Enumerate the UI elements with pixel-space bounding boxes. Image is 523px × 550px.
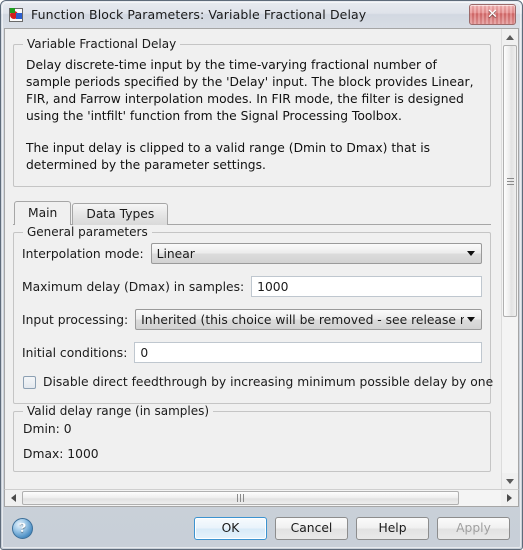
grip-icon bbox=[506, 177, 514, 185]
scroll-up-button[interactable] bbox=[502, 29, 518, 45]
simulink-block-icon bbox=[8, 7, 24, 23]
scroll-right-button[interactable] bbox=[501, 490, 518, 506]
apply-button: Apply bbox=[437, 516, 510, 540]
vertical-scroll-thumb[interactable] bbox=[503, 45, 517, 317]
interpolation-mode-row: Interpolation mode: Linear bbox=[22, 243, 482, 264]
disable-feedthrough-checkbox[interactable] bbox=[23, 375, 36, 389]
maximum-delay-row: Maximum delay (Dmax) in samples: 1000 bbox=[22, 276, 482, 297]
chevron-left-icon bbox=[11, 494, 16, 502]
disable-feedthrough-label: Disable direct feedthrough by increasing… bbox=[43, 375, 494, 389]
chevron-down-icon bbox=[464, 317, 477, 322]
content-padding: Variable Fractional Delay Delay discrete… bbox=[5, 29, 499, 476]
maximum-delay-input[interactable]: 1000 bbox=[251, 276, 482, 297]
title-bar[interactable]: Function Block Parameters: Variable Frac… bbox=[1, 1, 522, 28]
ok-button-label: OK bbox=[221, 521, 240, 535]
close-button[interactable]: ✕ bbox=[469, 4, 516, 25]
dialog-button-bar: ? OK Cancel Help Apply bbox=[1, 507, 522, 549]
vertical-scrollbar[interactable] bbox=[501, 29, 518, 489]
vertical-scroll-track[interactable] bbox=[502, 45, 518, 473]
content-column: Variable Fractional Delay Delay discrete… bbox=[5, 29, 501, 489]
chevron-right-icon bbox=[507, 494, 512, 502]
initial-conditions-label: Initial conditions: bbox=[22, 345, 128, 360]
close-icon: ✕ bbox=[487, 7, 498, 22]
initial-conditions-input[interactable]: 0 bbox=[134, 342, 482, 363]
ok-button[interactable]: OK bbox=[194, 516, 267, 540]
valid-delay-range-title: Valid delay range (in samples) bbox=[23, 404, 214, 418]
scroll-down-button[interactable] bbox=[502, 473, 518, 489]
chevron-down-icon bbox=[506, 478, 514, 484]
apply-button-label: Apply bbox=[456, 521, 491, 535]
maximum-delay-label: Maximum delay (Dmax) in samples: bbox=[22, 279, 245, 294]
help-icon[interactable]: ? bbox=[12, 517, 33, 539]
input-processing-dropdown[interactable]: Inherited (this choice will be removed -… bbox=[135, 309, 482, 330]
horizontal-scrollbar[interactable] bbox=[4, 489, 519, 507]
disable-feedthrough-row[interactable]: Disable direct feedthrough by increasing… bbox=[23, 375, 493, 389]
general-parameters-group: General parameters Interpolation mode: L… bbox=[13, 225, 493, 404]
tab-panel-main: General parameters Interpolation mode: L… bbox=[13, 224, 493, 476]
general-parameters-title: General parameters bbox=[23, 225, 152, 239]
initial-conditions-row: Initial conditions: 0 bbox=[22, 342, 482, 363]
cancel-button-label: Cancel bbox=[290, 521, 333, 535]
horizontal-scroll-track[interactable] bbox=[22, 490, 501, 506]
dmin-value: Dmin: 0 bbox=[23, 422, 72, 436]
tab-strip: Main Data Types bbox=[14, 201, 491, 225]
block-description-group: Variable Fractional Delay Delay discrete… bbox=[13, 37, 491, 187]
window-title: Function Block Parameters: Variable Frac… bbox=[31, 7, 367, 22]
help-button[interactable]: Help bbox=[356, 516, 429, 540]
input-processing-row: Input processing: Inherited (this choice… bbox=[22, 309, 482, 330]
tab-data-types[interactable]: Data Types bbox=[72, 203, 169, 225]
grip-icon bbox=[237, 494, 244, 502]
scrollable-content-region: Variable Fractional Delay Delay discrete… bbox=[4, 28, 519, 489]
interpolation-mode-label: Interpolation mode: bbox=[22, 246, 144, 261]
help-button-label: Help bbox=[378, 521, 407, 535]
tab-main[interactable]: Main bbox=[14, 201, 72, 225]
valid-delay-range-group: Valid delay range (in samples) Dmin: 0 D… bbox=[13, 404, 491, 472]
input-processing-value: Inherited (this choice will be removed -… bbox=[141, 312, 464, 327]
input-processing-label: Input processing: bbox=[22, 312, 129, 327]
dmax-value: Dmax: 1000 bbox=[23, 447, 99, 461]
interpolation-mode-value: Linear bbox=[156, 246, 195, 261]
dialog-client-area: Variable Fractional Delay Delay discrete… bbox=[4, 28, 519, 507]
chevron-up-icon bbox=[506, 34, 514, 40]
description-paragraph-2: The input delay is clipped to a valid ra… bbox=[26, 141, 431, 172]
cancel-button[interactable]: Cancel bbox=[275, 516, 348, 540]
horizontal-scroll-thumb[interactable] bbox=[22, 491, 459, 505]
description-paragraph-1: Delay discrete-time input by the time-va… bbox=[26, 58, 474, 123]
chevron-down-icon bbox=[464, 251, 477, 256]
interpolation-mode-dropdown[interactable]: Linear bbox=[150, 243, 482, 264]
function-block-parameters-dialog: Function Block Parameters: Variable Frac… bbox=[0, 0, 523, 550]
scroll-left-button[interactable] bbox=[5, 490, 22, 506]
block-description-title: Variable Fractional Delay bbox=[23, 37, 181, 51]
